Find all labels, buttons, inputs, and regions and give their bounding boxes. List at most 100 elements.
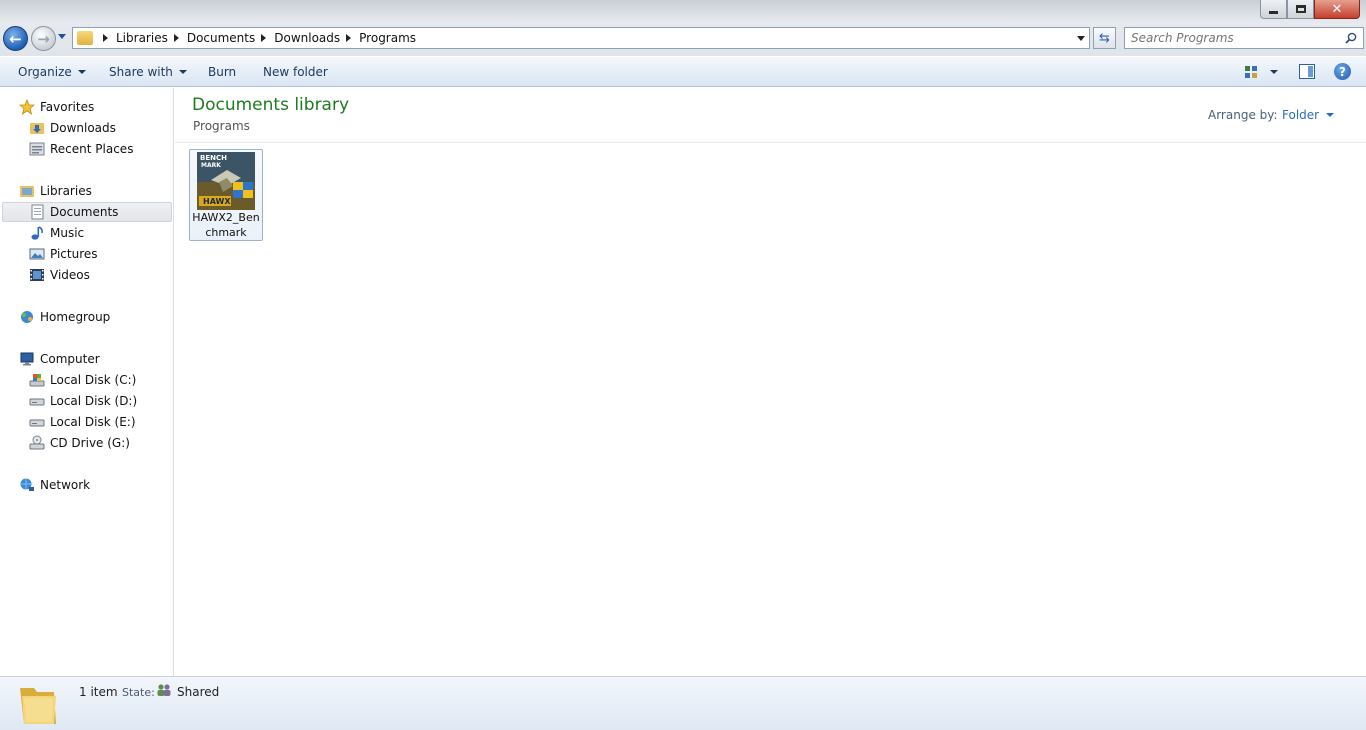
file-item[interactable]: BENCH MARK HAWX HAWX2_Benchmark <box>189 149 263 241</box>
refresh-button[interactable]: ⇆ <box>1093 27 1116 49</box>
minimize-icon <box>1269 10 1278 14</box>
nav-favorites[interactable]: Favorites <box>19 97 94 117</box>
cd-drive-icon <box>29 435 45 451</box>
divider <box>175 142 1366 143</box>
nav-libraries[interactable]: Libraries <box>19 181 92 201</box>
organize-label: Organize <box>18 65 72 79</box>
new-folder-button[interactable]: New folder <box>263 65 328 79</box>
help-glyph: ? <box>1339 64 1346 79</box>
organize-menu[interactable]: Organize <box>18 65 86 79</box>
recent-places-icon <box>29 141 45 157</box>
burn-label: Burn <box>208 65 237 79</box>
hard-drive-icon <box>29 414 45 430</box>
thumb-text-top: BENCH <box>200 154 227 162</box>
arrange-by-dropdown[interactable]: Folder <box>1282 108 1335 122</box>
nav-label: CD Drive (G:) <box>50 436 130 450</box>
new-folder-label: New folder <box>263 65 328 79</box>
help-icon[interactable]: ? <box>1334 63 1351 80</box>
command-bar <box>0 57 1366 87</box>
chevron-down-icon <box>77 70 86 74</box>
system-drive-icon <box>29 372 45 388</box>
share-with-menu[interactable]: Share with <box>109 65 187 79</box>
back-button[interactable]: ← <box>3 26 28 51</box>
state-label: State: <box>122 686 155 699</box>
nav-local-disk-d[interactable]: Local Disk (D:) <box>29 391 137 411</box>
nav-local-disk-e[interactable]: Local Disk (E:) <box>29 412 136 432</box>
arrange-by-label: Arrange by: <box>1208 108 1278 122</box>
nav-libraries-videos[interactable]: Videos <box>29 265 90 285</box>
thumb-logo: HAWX <box>203 197 231 206</box>
item-count: 1 item <box>79 685 118 699</box>
nav-label: Pictures <box>50 247 98 261</box>
documents-icon <box>29 204 45 220</box>
network-icon <box>19 477 35 493</box>
window-controls: ✕ <box>1260 0 1360 19</box>
library-title: Documents library <box>192 95 350 115</box>
nav-homegroup[interactable]: Homegroup <box>19 307 110 327</box>
nav-favorites-recent-places[interactable]: Recent Places <box>29 139 133 159</box>
nav-label: Videos <box>50 268 90 282</box>
nav-label: Music <box>50 226 85 240</box>
nav-libraries-music[interactable]: Music <box>29 223 84 243</box>
chevron-down-icon <box>178 70 187 74</box>
search-input[interactable] <box>1131 29 1341 47</box>
forward-button[interactable]: → <box>31 26 56 51</box>
shared-users-icon <box>157 684 171 696</box>
nav-label: Local Disk (E:) <box>50 415 136 429</box>
refresh-icon: ⇆ <box>1099 30 1110 46</box>
nav-label: Computer <box>40 352 100 366</box>
computer-icon <box>19 351 35 367</box>
breadcrumb-separator[interactable] <box>173 34 179 42</box>
breadcrumb-separator[interactable] <box>346 34 352 42</box>
breadcrumb-libraries[interactable]: Libraries <box>116 31 168 45</box>
downloads-folder-icon <box>29 120 45 136</box>
libraries-icon <box>19 183 35 199</box>
nav-label: Libraries <box>40 184 92 198</box>
breadcrumb-separator[interactable] <box>103 34 108 42</box>
maximize-button[interactable] <box>1287 0 1314 19</box>
close-button[interactable]: ✕ <box>1314 0 1360 19</box>
maximize-icon <box>1295 5 1306 13</box>
nav-libraries-documents[interactable]: Documents <box>2 202 172 222</box>
nav-libraries-pictures[interactable]: Pictures <box>29 244 98 264</box>
search-icon[interactable] <box>1345 32 1357 44</box>
nav-local-disk-c[interactable]: Local Disk (C:) <box>29 370 136 390</box>
breadcrumb-downloads[interactable]: Downloads <box>274 31 340 45</box>
nav-label: Network <box>40 478 91 492</box>
star-icon <box>19 99 35 115</box>
file-thumbnail: BENCH MARK HAWX <box>197 152 255 210</box>
nav-label: Favorites <box>40 100 95 114</box>
preview-pane-icon[interactable] <box>1299 64 1315 79</box>
state-value: Shared <box>177 685 220 699</box>
nav-label: Local Disk (C:) <box>50 373 137 387</box>
address-bar[interactable]: Libraries Documents Downloads Programs <box>72 27 1090 49</box>
burn-button[interactable]: Burn <box>208 65 236 79</box>
address-history-dropdown[interactable] <box>1077 36 1085 41</box>
thumb-text-mid: MARK <box>201 162 221 169</box>
homegroup-icon <box>19 309 35 325</box>
folder-icon <box>20 688 56 724</box>
close-icon: ✕ <box>1331 1 1343 17</box>
file-list-pane[interactable]: Documents library Programs Arrange by: F… <box>175 88 1366 676</box>
nav-network[interactable]: Network <box>19 475 90 495</box>
folder-icon <box>77 31 93 45</box>
music-icon <box>29 225 45 241</box>
file-name: HAWX2_Benchmark <box>192 211 260 239</box>
breadcrumb-documents[interactable]: Documents <box>187 31 255 45</box>
breadcrumb-programs[interactable]: Programs <box>359 31 416 45</box>
nav-favorites-downloads[interactable]: Downloads <box>29 118 116 138</box>
back-arrow-icon: ← <box>9 29 22 48</box>
chevron-down-icon <box>1326 113 1335 117</box>
nav-cd-drive-g[interactable]: CD Drive (G:) <box>29 433 130 453</box>
breadcrumb-separator[interactable] <box>261 34 267 42</box>
nav-label: Local Disk (D:) <box>50 394 138 408</box>
minimize-button[interactable] <box>1260 0 1287 19</box>
view-options-dropdown[interactable] <box>1270 70 1278 74</box>
nav-computer[interactable]: Computer <box>19 349 100 369</box>
change-view-icon[interactable] <box>1244 65 1258 79</box>
share-with-label: Share with <box>109 65 173 79</box>
recent-pages-dropdown[interactable] <box>58 34 66 39</box>
search-box[interactable] <box>1124 27 1364 49</box>
details-pane: 1 item State: Shared <box>0 676 1366 730</box>
nav-label: Downloads <box>50 121 116 135</box>
